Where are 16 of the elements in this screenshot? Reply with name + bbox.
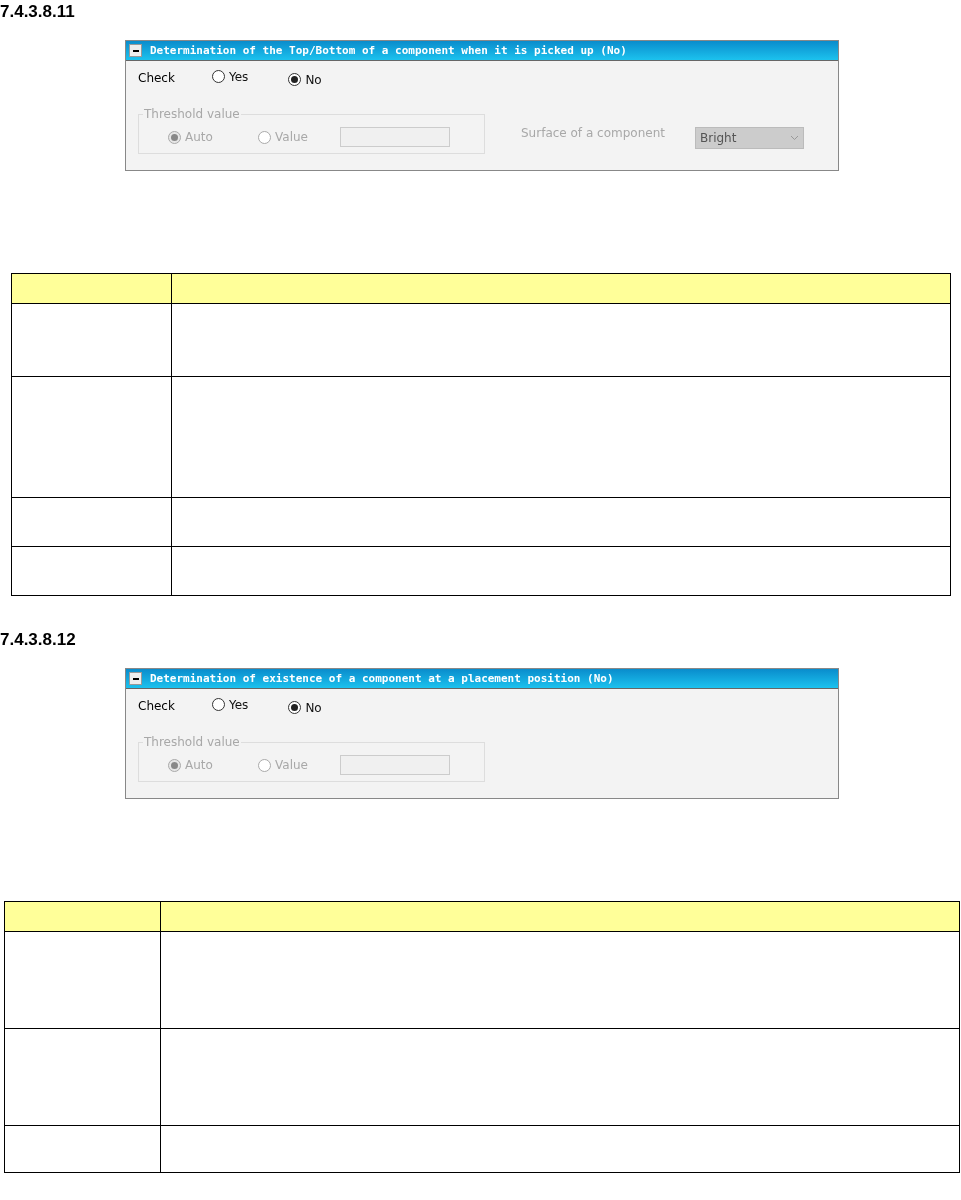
section-heading: 7.4.3.8.11 bbox=[0, 2, 75, 21]
radio-button[interactable]: Yes bbox=[212, 69, 249, 84]
radio-button[interactable]: No bbox=[288, 72, 322, 87]
radio-button[interactable]: Yes bbox=[212, 697, 249, 712]
caret-icon bbox=[789, 135, 799, 141]
group-label: Threshold value bbox=[143, 735, 241, 749]
panel-title: Determination of the Top/Bottom of a component when it is picked up (No) bbox=[150, 44, 627, 57]
section-heading: 7.4.3.8.12 bbox=[0, 630, 76, 649]
group-label: Threshold value bbox=[143, 107, 241, 121]
check-label: Check bbox=[138, 699, 176, 713]
collapse-button[interactable] bbox=[129, 44, 142, 57]
radio-button[interactable]: No bbox=[288, 700, 322, 715]
collapse-button[interactable] bbox=[129, 672, 142, 685]
surface-label: Surface of a component bbox=[521, 125, 665, 140]
panel-title: Determination of existence of a component at a placement position (No) bbox=[150, 672, 614, 685]
check-label: Check bbox=[138, 71, 176, 85]
